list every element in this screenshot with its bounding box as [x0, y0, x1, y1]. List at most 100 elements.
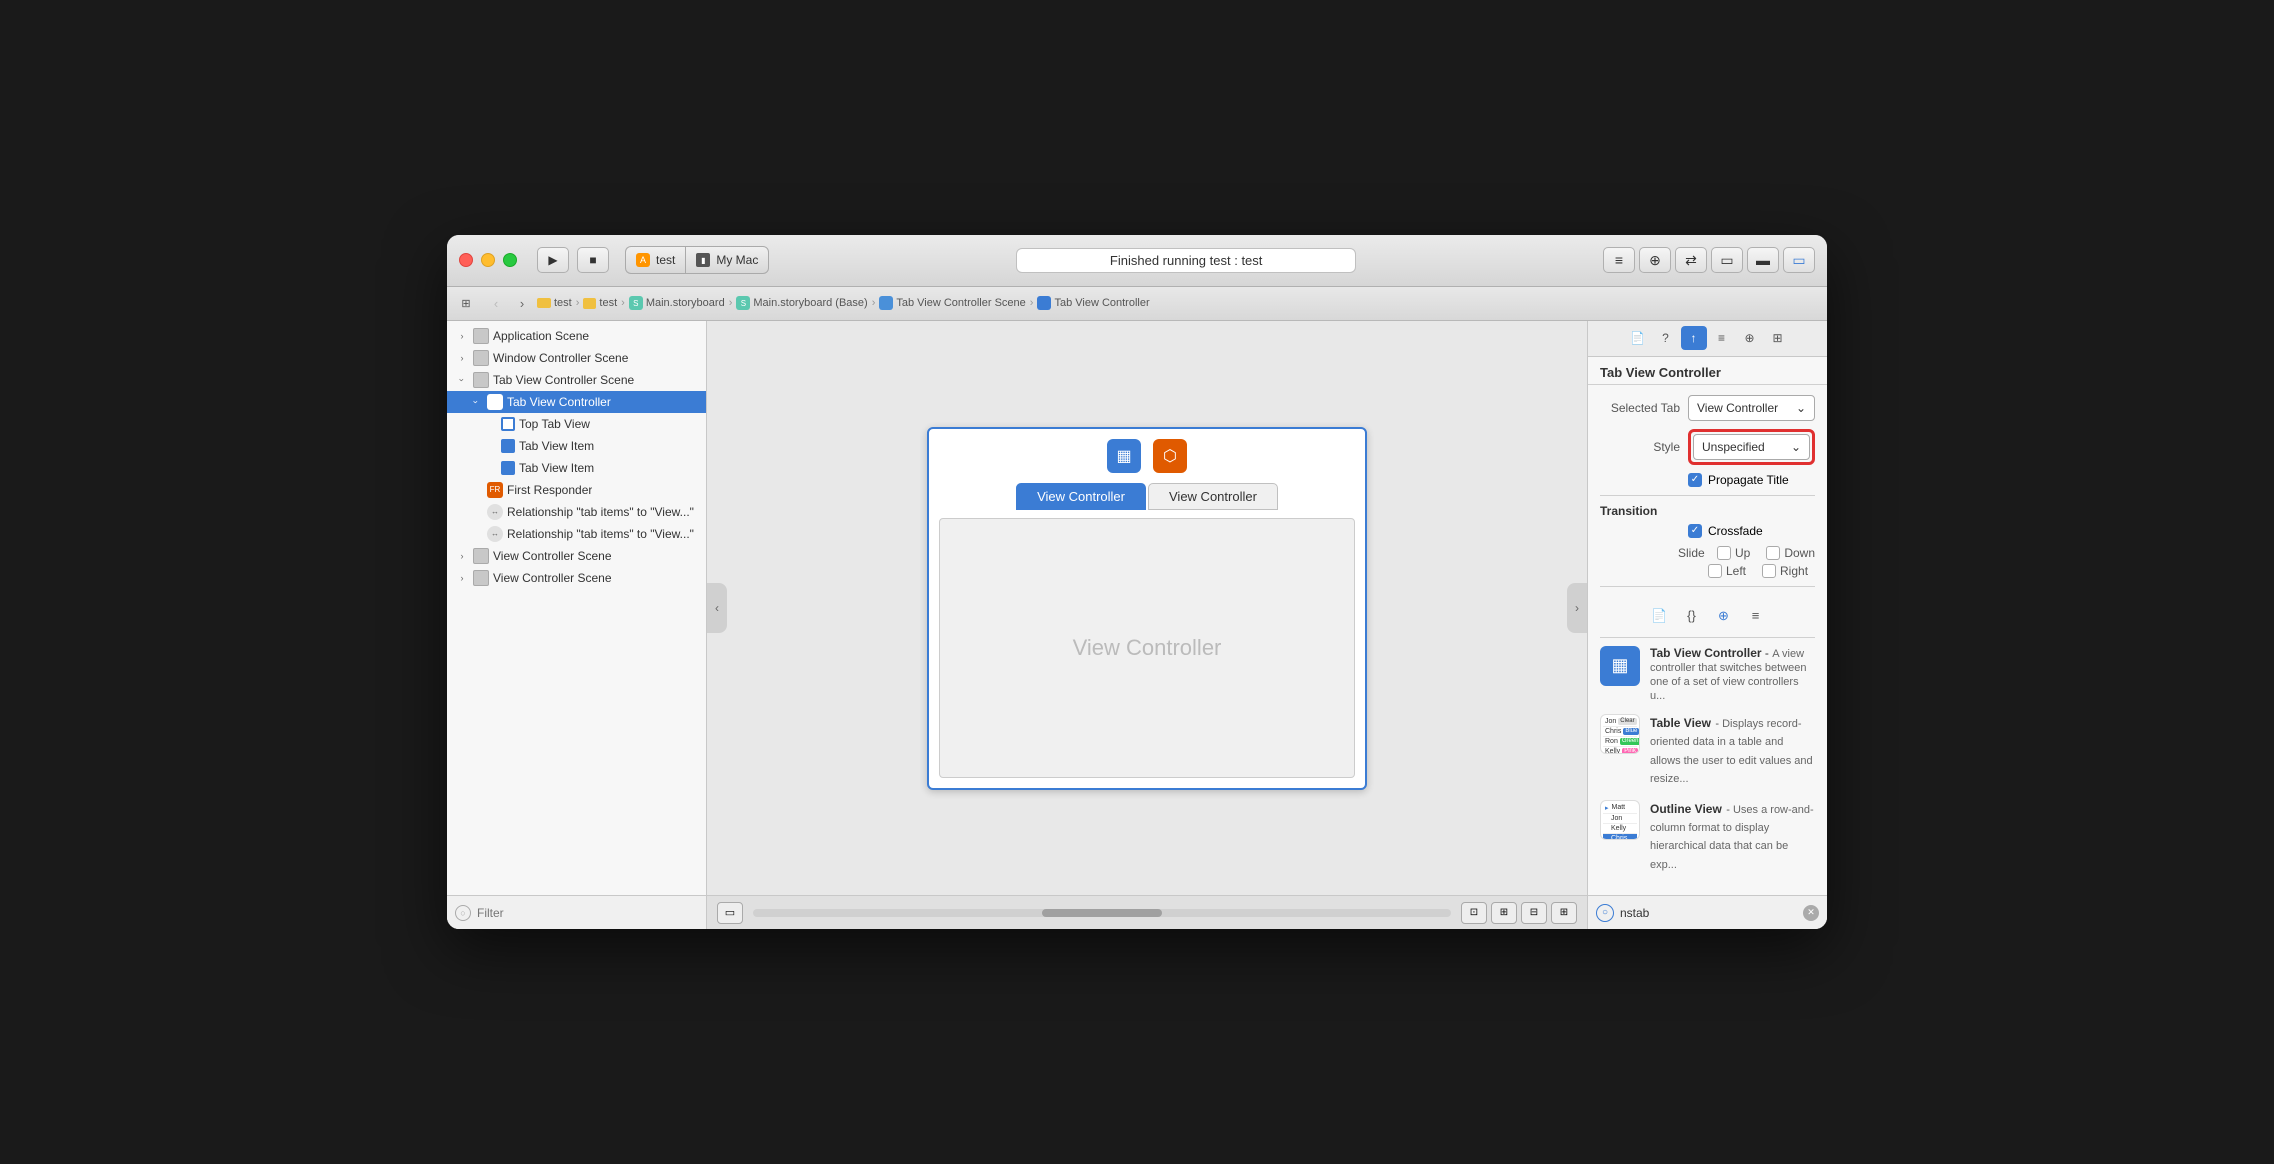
down-checkbox[interactable] [1766, 546, 1780, 560]
disclosure-window-scene[interactable]: › [455, 351, 469, 365]
breadcrumb-test-project[interactable]: test [537, 297, 572, 309]
folder2-icon [583, 298, 596, 309]
slide-right-group: Right [1762, 564, 1808, 578]
breadcrumb-tab-vc-scene[interactable]: Tab View Controller Scene [879, 296, 1025, 310]
style-dropdown[interactable]: Unspecified ⌄ [1693, 434, 1810, 460]
breadcrumb-main-storyboard-base[interactable]: S Main.storyboard (Base) [736, 296, 867, 310]
editor-standard-button[interactable]: ≡ [1603, 247, 1635, 273]
outline-row-jon: Jon [1603, 814, 1637, 824]
breadcrumb-tab-vc[interactable]: Tab View Controller [1037, 296, 1149, 310]
rp-size-icon[interactable]: ⊞ [1765, 326, 1791, 350]
up-checkbox[interactable] [1717, 546, 1731, 560]
sidebar-item-tab-view-item-2[interactable]: Tab View Item [447, 457, 706, 479]
stop-button[interactable]: ■ [577, 247, 609, 273]
breadcrumb-main-storyboard[interactable]: S Main.storyboard [629, 296, 725, 310]
sidebar-toggle-btn[interactable]: ▭ [717, 902, 743, 924]
sidebar-item-vc-scene-1[interactable]: › View Controller Scene [447, 545, 706, 567]
rel-2-icon: ↔ [487, 526, 503, 542]
sidebar-item-tab-vc-scene[interactable]: › Tab View Controller Scene [447, 369, 706, 391]
navigator-grid-icon[interactable]: ⊞ [455, 292, 477, 314]
selected-tab-dropdown[interactable]: View Controller ⌄ [1688, 395, 1815, 421]
sidebar-item-tab-view-item-1[interactable]: Tab View Item [447, 435, 706, 457]
back-arrow[interactable]: ‹ [485, 292, 507, 314]
disclosure-tab-vc[interactable]: › [469, 395, 483, 409]
window-scene-icon [473, 350, 489, 366]
sidebar-item-relationship-2[interactable]: ↔ Relationship "tab items" to "View..." [447, 523, 706, 545]
sidebar-item-top-tab-view[interactable]: Top Tab View [447, 413, 706, 435]
collapse-right-button[interactable]: › [1567, 583, 1587, 633]
tab-icon-doc[interactable]: 📄 [1646, 603, 1674, 629]
scene-align-btn[interactable]: ⊟ [1521, 902, 1547, 924]
slide-down-group: Down [1766, 546, 1815, 560]
version-editor-button[interactable]: ⊕ [1639, 247, 1671, 273]
rp-file-icon[interactable]: 📄 [1625, 326, 1651, 350]
library-outline-title: Outline View [1650, 802, 1722, 816]
scene-icon [879, 296, 893, 310]
scheme-device-button[interactable]: ▮ My Mac [685, 246, 769, 274]
crossfade-checkbox[interactable]: ✓ [1688, 524, 1702, 538]
scene-tabvc-icon[interactable]: ▦ [1107, 439, 1141, 473]
tab-icon-code[interactable]: {} [1678, 603, 1706, 629]
filter-input[interactable] [477, 906, 698, 920]
layout-button[interactable]: ▭ [1711, 247, 1743, 273]
layout-2-button[interactable]: ▬ [1747, 247, 1779, 273]
tab-icon-list[interactable]: ≡ [1742, 603, 1770, 629]
right-panel-content: Selected Tab View Controller ⌄ Style Uns… [1588, 385, 1827, 895]
scheme-icon: A [636, 253, 650, 267]
rp-help-icon[interactable]: ? [1653, 326, 1679, 350]
tab-button-2[interactable]: View Controller [1148, 483, 1278, 510]
sidebar-item-application-scene[interactable]: › Application Scene [447, 325, 706, 347]
tab-button-1[interactable]: View Controller [1016, 483, 1146, 510]
breadcrumb-test-group[interactable]: test [583, 297, 617, 309]
disclosure-vc-scene-1[interactable]: › [455, 549, 469, 563]
rp-connect-icon[interactable]: ⊕ [1737, 326, 1763, 350]
vc-scene-1-icon [473, 548, 489, 564]
tab-icon-circle[interactable]: ⊕ [1710, 603, 1738, 629]
rel-2-label: Relationship "tab items" to "View..." [507, 527, 694, 541]
device-icon: ▮ [696, 253, 710, 267]
left-checkbox[interactable] [1708, 564, 1722, 578]
style-label: Style [1600, 440, 1680, 454]
maximize-button[interactable] [503, 253, 517, 267]
first-responder-label: First Responder [507, 483, 592, 497]
sidebar-item-tab-vc[interactable]: › ▦ Tab View Controller [447, 391, 706, 413]
scene-box-icon[interactable]: ⬡ [1153, 439, 1187, 473]
horizontal-scrollbar[interactable] [753, 909, 1451, 917]
right-panel: 📄 ? ↑ ≡ ⊕ ⊞ Tab View Controller Selected… [1587, 321, 1827, 929]
propagate-title-checkbox[interactable]: ✓ [1688, 473, 1702, 487]
sidebar-item-window-controller-scene[interactable]: › Window Controller Scene [447, 347, 706, 369]
disclosure-vc-scene-2[interactable]: › [455, 571, 469, 585]
right-checkbox[interactable] [1762, 564, 1776, 578]
search-clear-button[interactable]: ✕ [1803, 905, 1819, 921]
xcode-window: ▶ ■ A test ▮ My Mac Finished running tes… [447, 235, 1827, 929]
sidebar-item-relationship-1[interactable]: ↔ Relationship "tab items" to "View..." [447, 501, 706, 523]
tab-scene-label: Tab View Controller Scene [493, 373, 634, 387]
disclosure-tab-scene[interactable]: › [455, 373, 469, 387]
divider-2 [1600, 586, 1815, 587]
crossfade-row: ✓ Crossfade [1600, 524, 1815, 538]
sidebar-filter: ○ [447, 895, 706, 929]
layout-3-button[interactable]: ▭ [1783, 247, 1815, 273]
forward-arrow[interactable]: › [511, 292, 533, 314]
vc-scene-1-label: View Controller Scene [493, 549, 612, 563]
scene-grid-btn[interactable]: ⊞ [1551, 902, 1577, 924]
scheme-name-button[interactable]: A test [625, 246, 685, 274]
library-search-input[interactable] [1620, 906, 1797, 920]
minimize-button[interactable] [481, 253, 495, 267]
right-label: Right [1780, 564, 1808, 578]
sidebar-item-first-responder[interactable]: FR First Responder [447, 479, 706, 501]
close-button[interactable] [459, 253, 473, 267]
disclosure-app-scene[interactable]: › [455, 329, 469, 343]
scene-fit-btn[interactable]: ⊡ [1461, 902, 1487, 924]
run-button[interactable]: ▶ [537, 247, 569, 273]
scene-zoom-btn[interactable]: ⊞ [1491, 902, 1517, 924]
canvas-tools-right: ⊡ ⊞ ⊟ ⊞ [1461, 902, 1577, 924]
left-label: Left [1726, 564, 1746, 578]
rp-list-icon[interactable]: ≡ [1709, 326, 1735, 350]
folder-icon [537, 298, 551, 308]
rp-pointer-icon[interactable]: ↑ [1681, 326, 1707, 350]
collapse-left-button[interactable]: ‹ [707, 583, 727, 633]
library-tabvc-text: Tab View Controller - A view controller … [1650, 646, 1815, 702]
assistant-editor-button[interactable]: ⇄ [1675, 247, 1707, 273]
sidebar-item-vc-scene-2[interactable]: › View Controller Scene [447, 567, 706, 589]
